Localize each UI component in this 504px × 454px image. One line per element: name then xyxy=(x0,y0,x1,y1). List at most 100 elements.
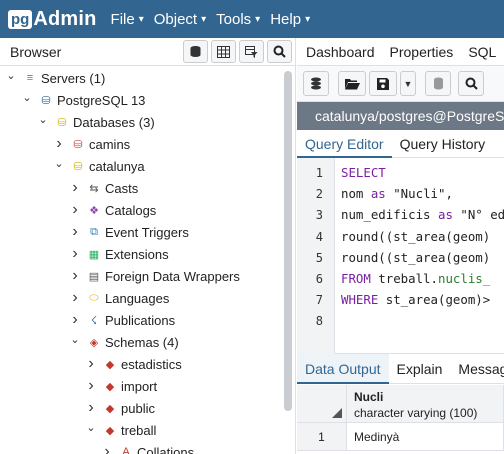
tree-node[interactable]: › ◆ estadistics xyxy=(84,353,182,375)
table-icon xyxy=(217,45,230,58)
code-line: WHERE st_area(geom)> xyxy=(341,292,490,307)
chevron-right-icon[interactable]: › xyxy=(68,289,82,307)
tree-node[interactable]: › ⬭ Languages xyxy=(68,287,169,309)
search-objects-button[interactable] xyxy=(267,40,292,63)
tab-messages[interactable]: Messages xyxy=(450,354,504,384)
catalogs-icon: ❖ xyxy=(89,204,99,217)
chevron-right-icon[interactable]: › xyxy=(68,223,82,241)
database-gray-icon xyxy=(433,77,443,90)
sql-identifier: nuclis_ xyxy=(437,271,491,286)
pgadmin-window: pg Admin File ▾ Object ▾ Tools ▾ Help ▾ Brows… xyxy=(0,0,504,454)
menu-object[interactable]: Object ▾ xyxy=(154,11,206,28)
casts-icon: ⇆ xyxy=(89,182,99,195)
menu-tools[interactable]: Tools ▾ xyxy=(216,11,260,28)
sql-text: round((st_area(geom) xyxy=(341,228,491,244)
filtered-rows-button[interactable] xyxy=(239,40,264,63)
disconnect-button[interactable] xyxy=(425,71,451,96)
tree-node-label: Servers (1) xyxy=(41,70,106,86)
tree-node[interactable]: › ⇆ Casts xyxy=(68,177,138,199)
sql-text: "Nucli", xyxy=(385,186,453,202)
row-number: 1 xyxy=(318,430,325,444)
menu-help[interactable]: Help ▾ xyxy=(270,11,310,28)
chevron-down-icon[interactable]: ⌄ xyxy=(52,157,66,170)
chevron-right-icon[interactable]: › xyxy=(68,267,82,285)
chevron-down-icon[interactable]: ⌄ xyxy=(4,69,18,82)
schema-icon: ◆ xyxy=(105,424,115,437)
tree-node[interactable]: › ◆ import xyxy=(84,375,157,397)
database-disconnected-icon: ⛁ xyxy=(73,138,83,151)
tab-data-output[interactable]: Data Output xyxy=(297,353,389,384)
sql-editor[interactable]: 1 2 3 4 5 6 7 8 SELECT nom as "Nucli", num_edific… xyxy=(297,158,504,354)
chevron-down-icon[interactable]: ⌄ xyxy=(20,91,34,104)
chevron-right-icon[interactable]: › xyxy=(84,355,98,373)
find-button[interactable] xyxy=(458,71,484,96)
menu-label: Object xyxy=(153,10,198,28)
open-file-button[interactable] xyxy=(338,71,366,96)
result-grid: Nucli character varying (100) 1 Medinyà xyxy=(297,385,504,454)
tree-node-label: estadistics xyxy=(121,356,182,372)
database-button[interactable] xyxy=(303,71,329,96)
tree-node[interactable]: ⌄ ≡ Servers (1) xyxy=(4,67,105,89)
save-file-button[interactable] xyxy=(369,71,397,96)
tree-node-label: Foreign Data Wrappers xyxy=(105,268,240,284)
top-menu-bar: pg Admin File ▾ Object ▾ Tools ▾ Help ▾ xyxy=(0,0,504,38)
tab-query-history[interactable]: Query History xyxy=(392,130,494,158)
query-tabs: Query Editor Query History xyxy=(297,130,504,158)
menu-file[interactable]: File ▾ xyxy=(111,11,144,28)
caret-down-icon: ▾ xyxy=(201,13,207,25)
connection-bar[interactable]: catalunya/postgres@PostgreSQL 13 xyxy=(297,102,504,130)
event-triggers-icon: ⧉ xyxy=(90,225,98,238)
tree-node[interactable]: › ▦ Extensions xyxy=(68,243,168,265)
tab-dashboard[interactable]: Dashboard xyxy=(306,44,375,60)
tree-node[interactable]: ⌄ ⛁ PostgreSQL 13 xyxy=(20,89,145,111)
logo-pg: pg xyxy=(8,9,33,29)
row-number-cell[interactable]: 1 xyxy=(297,423,347,451)
chevron-down-icon[interactable]: ⌄ xyxy=(36,113,50,126)
sql-keyword: as xyxy=(437,207,453,223)
main-tabs: Dashboard Properties SQL xyxy=(297,38,504,66)
view-data-button[interactable] xyxy=(211,40,236,63)
chevron-down-icon[interactable]: ⌄ xyxy=(68,333,82,346)
tab-query-editor[interactable]: Query Editor xyxy=(297,130,392,158)
tree-node-label: Publications xyxy=(105,312,176,328)
tree-node[interactable]: › ⛁ camins xyxy=(52,133,130,155)
save-dropdown-button[interactable]: ▼ xyxy=(400,71,416,96)
tree-node[interactable]: ⌄ ◆ treball xyxy=(84,419,156,441)
tree-node[interactable]: ⌄ ◈ Schemas (4) xyxy=(68,331,178,353)
tab-sql[interactable]: SQL xyxy=(468,44,496,60)
chevron-right-icon[interactable]: › xyxy=(84,399,98,417)
tree-node[interactable]: › A Collations xyxy=(100,441,194,454)
code-line: num_edificis as "N° edificis", xyxy=(341,207,504,222)
caret-down-icon: ▾ xyxy=(305,13,311,25)
code-line: FROM treball.nuclis_ xyxy=(341,271,490,286)
schema-icon: ◆ xyxy=(105,402,115,415)
code-line: nom as "Nucli", xyxy=(341,186,453,201)
tree-node[interactable]: ⌄ ⛁ Databases (3) xyxy=(36,111,154,133)
column-header-nucli[interactable]: Nucli character varying (100) xyxy=(347,385,504,423)
tree-node[interactable]: ⌄ ⛁ catalunya xyxy=(52,155,144,177)
table-cell[interactable]: Medinyà xyxy=(347,423,504,451)
tab-properties[interactable]: Properties xyxy=(390,44,454,60)
chevron-down-icon[interactable]: ⌄ xyxy=(84,421,98,434)
query-tool-button[interactable] xyxy=(183,40,208,63)
chevron-right-icon[interactable]: › xyxy=(84,377,98,395)
select-all-triangle-icon xyxy=(332,408,342,418)
chevron-right-icon[interactable]: › xyxy=(68,179,82,197)
chevron-right-icon[interactable]: › xyxy=(68,201,82,219)
chevron-right-icon[interactable]: › xyxy=(68,245,82,263)
tab-explain[interactable]: Explain xyxy=(389,354,451,384)
chevron-right-icon[interactable]: › xyxy=(100,443,114,454)
tree-node[interactable]: › ▤ Foreign Data Wrappers xyxy=(68,265,240,287)
database-query-icon xyxy=(190,46,201,57)
tree-node[interactable]: › ☇ Publications xyxy=(68,309,175,331)
database-stack-icon xyxy=(311,77,321,90)
scrollbar-thumb[interactable] xyxy=(284,71,292,411)
tree-node[interactable]: › ❖ Catalogs xyxy=(68,199,156,221)
tree-scrollbar[interactable] xyxy=(283,67,293,454)
grid-corner[interactable] xyxy=(297,385,347,423)
logo-admin: Admin xyxy=(33,7,97,30)
tree-node[interactable]: › ◆ public xyxy=(84,397,155,419)
chevron-right-icon[interactable]: › xyxy=(52,135,66,153)
tree-node[interactable]: › ⧉ Event Triggers xyxy=(68,221,189,243)
chevron-right-icon[interactable]: › xyxy=(68,311,82,329)
